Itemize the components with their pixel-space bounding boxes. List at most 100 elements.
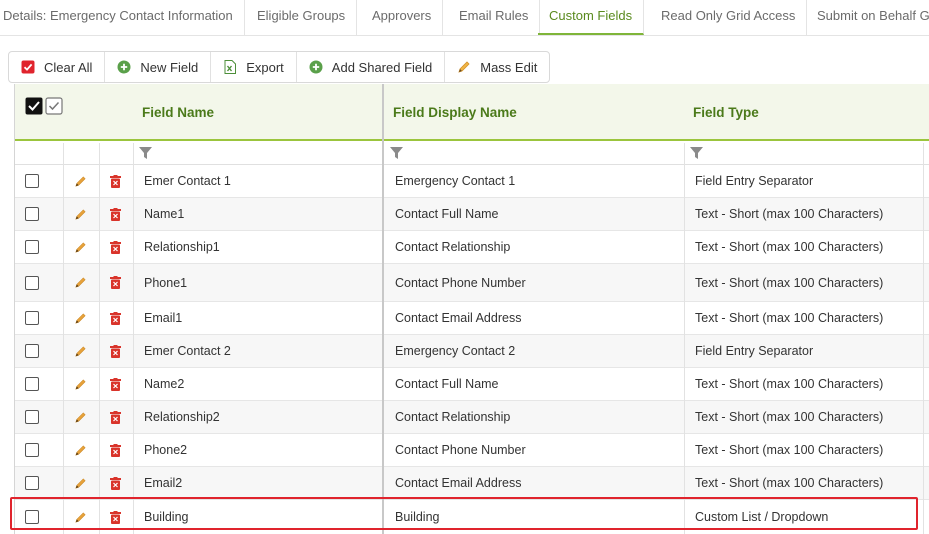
tab-approvers[interactable]: Approvers: [361, 0, 444, 35]
edit-icon[interactable]: [74, 198, 87, 230]
table-row[interactable]: Emer Contact 1 Emergency Contact 1 Field E…: [15, 165, 929, 198]
select-visible-icon[interactable]: [45, 97, 63, 118]
table-row[interactable]: Phone1 Contact Phone Number Text - Short (…: [15, 264, 929, 302]
clear-all-button[interactable]: Clear All: [9, 52, 106, 82]
column-divider: [133, 143, 134, 534]
frozen-column-splitter[interactable]: [382, 84, 384, 534]
edit-icon[interactable]: [74, 401, 87, 433]
field-display-name-cell: Contact Relationship: [395, 240, 511, 254]
tab-eligible-groups[interactable]: Eligible Groups: [246, 0, 358, 35]
field-display-name-cell: Contact Email Address: [395, 311, 522, 325]
row-checkbox-cell: [25, 198, 39, 230]
row-checkbox[interactable]: [25, 275, 39, 290]
row-checkbox[interactable]: [25, 410, 39, 424]
mass-edit-button[interactable]: Mass Edit: [445, 52, 549, 82]
row-checkbox-cell: [25, 368, 39, 400]
row-checkbox[interactable]: [25, 344, 39, 358]
table-row[interactable]: Emer Contact 2 Emergency Contact 2 Field E…: [15, 335, 929, 368]
field-name-cell: Emer Contact 2: [144, 344, 231, 358]
tab-submit-on-behalf[interactable]: Submit on Behalf Gr: [806, 0, 929, 35]
row-checkbox[interactable]: [25, 174, 39, 188]
edit-icon[interactable]: [74, 467, 87, 499]
delete-icon[interactable]: [110, 231, 121, 263]
table-row[interactable]: Email1 Contact Email Address Text - Short …: [15, 302, 929, 335]
select-all-checkbox[interactable]: [25, 97, 43, 118]
row-checkbox-cell: [25, 231, 39, 263]
column-divider: [923, 143, 924, 534]
field-name-cell: Relationship2: [144, 410, 220, 424]
field-type-cell: Text - Short (max 100 Characters): [695, 443, 884, 457]
edit-icon[interactable]: [74, 231, 87, 263]
field-name-cell: Name2: [144, 377, 185, 391]
table-row[interactable]: Relationship2 Contact Relationship Text - …: [15, 401, 929, 434]
custom-fields-grid: Field Name Field Display Name Field Type…: [14, 84, 929, 534]
field-display-name-cell: Emergency Contact 1: [395, 174, 516, 188]
grid-toolbar: Clear All New Field Export Add Shared Fi…: [8, 51, 551, 83]
export-button[interactable]: Export: [211, 52, 297, 82]
field-type-cell: Text - Short (max 100 Characters): [695, 476, 884, 490]
column-divider: [684, 143, 685, 534]
table-row[interactable]: Name2 Contact Full Name Text - Short (max …: [15, 368, 929, 401]
tab-custom-fields[interactable]: Custom Fields: [538, 0, 645, 35]
table-row[interactable]: Relationship1 Contact Relationship Text - …: [15, 231, 929, 264]
delete-icon[interactable]: [110, 165, 121, 197]
field-name-cell: Name1: [144, 207, 185, 221]
edit-icon[interactable]: [74, 302, 87, 334]
edit-icon[interactable]: [74, 264, 87, 301]
table-row[interactable]: Phone2 Contact Phone Number Text - Short (…: [15, 434, 929, 467]
row-checkbox[interactable]: [25, 240, 39, 254]
new-field-button[interactable]: New Field: [105, 52, 212, 82]
field-display-name-cell: Contact Phone Number: [395, 275, 526, 290]
column-header-field-type[interactable]: Field Type: [693, 84, 759, 141]
row-checkbox[interactable]: [25, 443, 39, 457]
row-checkbox-cell: [25, 302, 39, 334]
edit-icon[interactable]: [74, 165, 87, 197]
mass-edit-label: Mass Edit: [480, 59, 538, 75]
row-checkbox[interactable]: [25, 207, 39, 221]
delete-icon[interactable]: [110, 198, 121, 230]
row-checkbox[interactable]: [25, 377, 39, 391]
field-display-name-cell: Contact Full Name: [395, 377, 499, 391]
filter-icon[interactable]: [139, 147, 152, 162]
excel-icon: [223, 60, 237, 74]
row-checkbox-cell: [25, 165, 39, 197]
delete-icon[interactable]: [110, 467, 121, 499]
delete-icon[interactable]: [110, 368, 121, 400]
column-header-field-name[interactable]: Field Name: [142, 84, 214, 141]
filter-row: [15, 143, 929, 165]
add-shared-field-label: Add Shared Field: [331, 59, 433, 75]
field-name-cell: Relationship1: [144, 240, 220, 254]
tab-read-only-grid-access[interactable]: Read Only Grid Access: [650, 0, 808, 35]
edit-icon[interactable]: [74, 368, 87, 400]
add-circle-icon: [309, 60, 323, 74]
filter-icon[interactable]: [690, 147, 703, 162]
column-header-field-display-name[interactable]: Field Display Name: [393, 84, 517, 141]
field-name-cell: Email2: [144, 476, 183, 490]
delete-icon[interactable]: [110, 264, 121, 301]
tab-email-rules[interactable]: Email Rules: [448, 0, 541, 35]
tab-details[interactable]: Details: Emergency Contact Information: [0, 0, 245, 35]
field-name-cell: Emer Contact 1: [144, 174, 231, 188]
field-display-name-cell: Contact Relationship: [395, 410, 511, 424]
field-name-cell: Email1: [144, 311, 183, 325]
delete-icon[interactable]: [110, 401, 121, 433]
checkbox-checked-icon: [21, 60, 35, 74]
filter-icon[interactable]: [390, 147, 403, 162]
edit-icon[interactable]: [74, 434, 87, 466]
add-shared-field-button[interactable]: Add Shared Field: [297, 52, 446, 82]
delete-icon[interactable]: [110, 434, 121, 466]
table-row[interactable]: Email2 Contact Email Address Text - Short …: [15, 467, 929, 500]
export-label: Export: [246, 59, 284, 75]
edit-icon[interactable]: [74, 335, 87, 367]
delete-icon[interactable]: [110, 302, 121, 334]
row-checkbox[interactable]: [25, 476, 39, 490]
delete-icon[interactable]: [110, 335, 121, 367]
field-type-cell: Text - Short (max 100 Characters): [695, 311, 884, 325]
new-field-label: New Field: [140, 59, 199, 75]
row-checkbox[interactable]: [25, 311, 39, 325]
row-checkbox-cell: [25, 401, 39, 433]
field-type-cell: Field Entry Separator: [695, 174, 814, 188]
clear-all-label: Clear All: [44, 59, 93, 75]
field-display-name-cell: Emergency Contact 2: [395, 344, 516, 358]
table-row[interactable]: Name1 Contact Full Name Text - Short (max …: [15, 198, 929, 231]
